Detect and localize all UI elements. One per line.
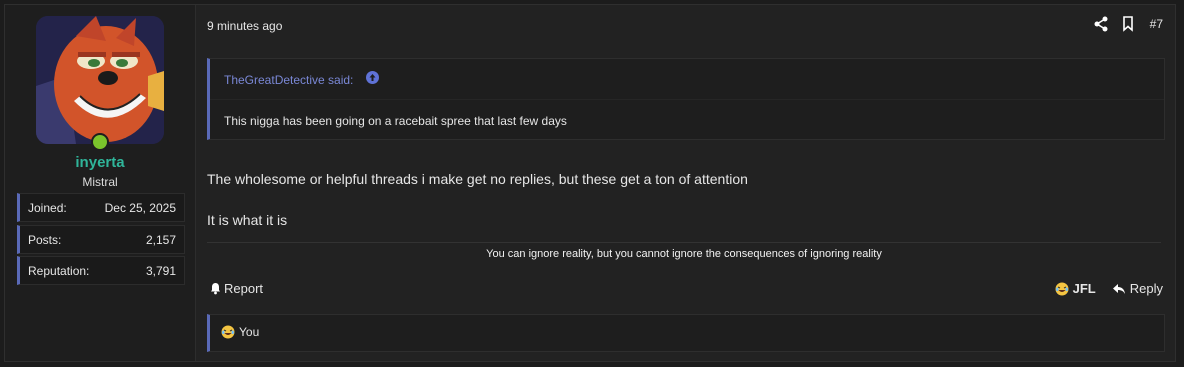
stat-posts: Posts: 2,157 [17,225,185,254]
avatar[interactable] [36,16,164,144]
stat-value[interactable]: 2,157 [146,233,176,247]
laughing-emoji-icon [221,325,235,339]
post-card: inyerta Mistral Joined: Dec 25, 2025 Pos… [4,4,1176,362]
online-status-indicator [91,133,109,151]
bell-icon [211,283,220,295]
post-timestamp[interactable]: 9 minutes ago [207,19,282,33]
post-header-actions: #7 [1094,16,1163,32]
avatar-image [36,16,164,144]
reply-label: Reply [1129,281,1163,296]
post-content: 9 minutes ago #7 TheGreatDetective said:… [196,5,1175,361]
stat-label: Joined: [28,201,67,215]
reply-button[interactable]: Reply [1112,281,1163,296]
post-number-link[interactable]: #7 [1150,17,1163,31]
bookmark-icon[interactable] [1122,16,1136,32]
react-button[interactable]: JFL [1055,281,1096,296]
stat-label: Reputation: [28,264,90,278]
message-line: The wholesome or helpful threads i make … [207,171,748,187]
react-label: JFL [1072,281,1096,296]
quote-text: This nigga has been going on a racebait … [224,114,567,128]
username[interactable]: inyerta [5,154,195,171]
stat-joined: Joined: Dec 25, 2025 [17,193,185,222]
quote-header: TheGreatDetective said: [210,59,1164,100]
post-actions-right: JFL Reply [1055,281,1163,296]
reactions-bar[interactable]: You [207,314,1165,352]
signature-divider [207,242,1161,243]
reactions-summary: You [239,325,260,339]
message-line: It is what it is [207,212,288,228]
laughing-emoji-icon [1055,282,1069,295]
quote-author-link[interactable]: TheGreatDetective said: [224,73,353,87]
stat-reputation: Reputation: 3,791 [17,256,185,285]
signature-text: You can ignore reality, but you cannot i… [486,248,882,260]
quote-block: TheGreatDetective said: This nigga has b… [207,58,1165,140]
stat-value: Dec 25, 2025 [104,201,176,215]
stat-value: 3,791 [145,264,176,278]
report-button[interactable]: Report [210,281,263,296]
jump-to-quote-icon[interactable] [366,71,379,84]
user-title: Mistral [82,175,118,189]
share-icon[interactable] [1094,16,1108,32]
user-info-panel: inyerta Mistral Joined: Dec 25, 2025 Pos… [5,5,196,361]
report-label: Report [224,281,264,296]
reply-icon [1112,283,1125,294]
stat-label: Posts: [28,233,62,247]
